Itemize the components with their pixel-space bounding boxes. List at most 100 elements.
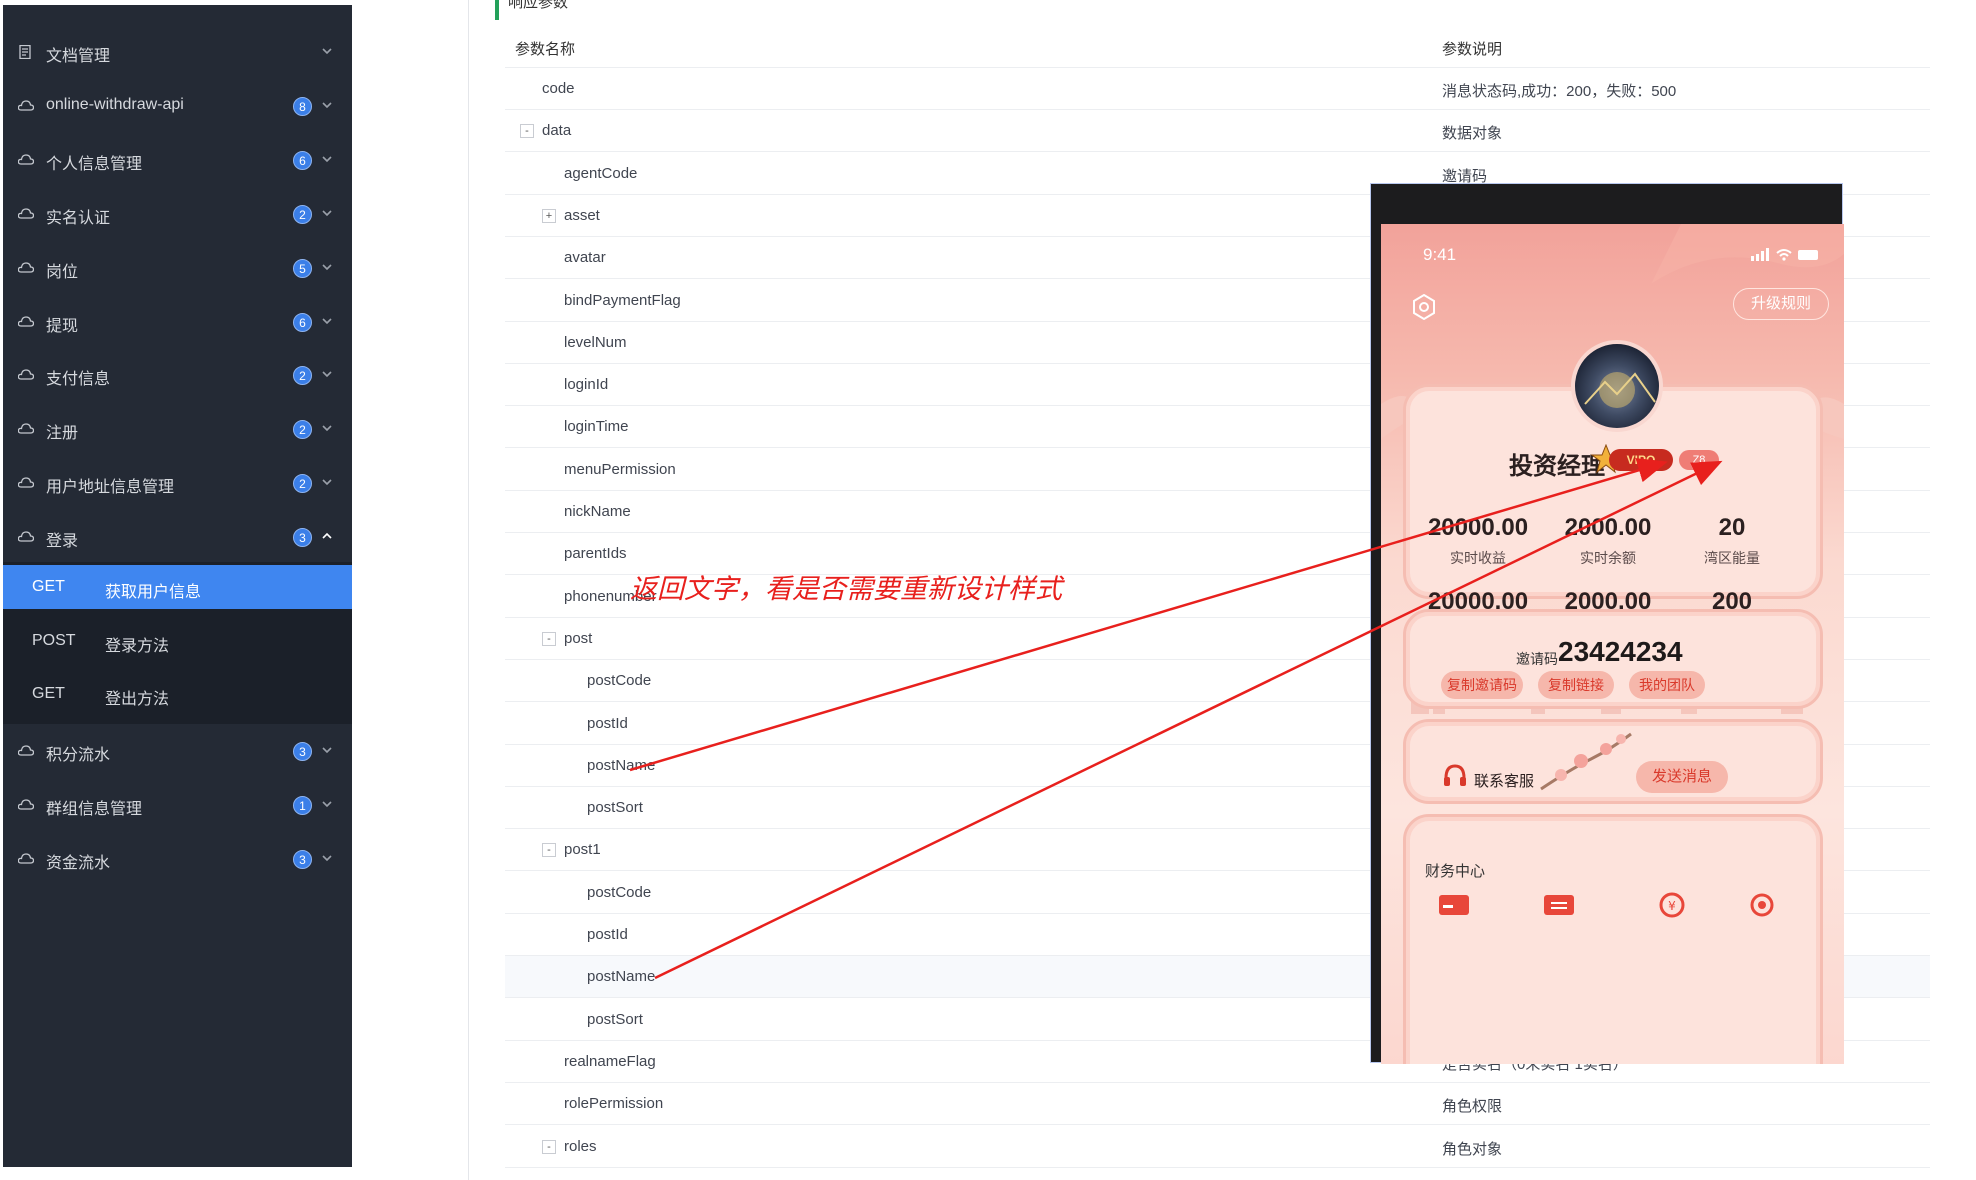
cloud-icon	[18, 369, 34, 380]
endpoint-name: 登录方法	[105, 638, 170, 655]
count-badge: 1	[293, 796, 312, 815]
chevron-down-icon[interactable]	[321, 852, 333, 864]
chevron-down-icon[interactable]	[321, 153, 333, 165]
cloud-icon	[18, 531, 34, 542]
sidebar-item-label: 文档管理	[46, 48, 111, 65]
param-name: post	[564, 629, 593, 647]
table-header: 参数名称 参数说明	[505, 26, 1930, 68]
header-param-desc: 参数说明	[1442, 41, 1503, 58]
sidebar-item[interactable]: 提现 6	[3, 295, 352, 349]
sidebar-item[interactable]: 岗位 5	[3, 241, 352, 295]
collapse-toggle[interactable]: -	[542, 843, 556, 858]
cloud-icon	[18, 316, 34, 327]
sidebar-item[interactable]: online-withdraw-api 8	[3, 79, 352, 133]
sidebar-item[interactable]: 个人信息管理 6	[3, 133, 352, 187]
chevron-down-icon[interactable]	[321, 422, 333, 434]
param-name: nickName	[564, 503, 631, 520]
finance-center-title: 财务中心	[1425, 863, 1486, 880]
avatar-image	[1584, 372, 1656, 408]
send-message-button[interactable]: 发送消息	[1636, 761, 1728, 793]
document-icon	[19, 45, 31, 59]
sidebar-item-label: 用户地址信息管理	[46, 479, 175, 496]
svg-text:¥: ¥	[1668, 899, 1676, 913]
sidebar-item-label: 提现	[46, 318, 79, 335]
param-name: menuPermission	[564, 460, 676, 478]
header-param-name: 参数名称	[515, 41, 576, 58]
count-badge: 2	[293, 366, 312, 385]
chevron-down-icon[interactable]	[321, 261, 333, 273]
chevron-down-icon[interactable]	[321, 315, 333, 327]
sidebar-item[interactable]: 群组信息管理 1	[3, 778, 352, 832]
stat-item: 2000.00 实时余额	[1543, 514, 1673, 568]
api-endpoint-item[interactable]: GET 获取用户信息	[3, 565, 352, 609]
stat-item: 20000.00 实时收益	[1413, 514, 1543, 568]
collapse-toggle[interactable]: -	[542, 1139, 556, 1154]
copy-invite-code-button[interactable]: 复制邀请码	[1441, 671, 1523, 699]
sidebar-item-label: 登录	[46, 533, 79, 550]
settings-icon[interactable]	[1411, 294, 1437, 320]
sidebar-item[interactable]: 用户地址信息管理 2	[3, 456, 352, 510]
chevron-down-icon[interactable]	[321, 207, 333, 219]
param-name: levelNum	[564, 333, 627, 351]
table-row: - roles 角色对象	[505, 1126, 1930, 1168]
sidebar-item[interactable]: 登录 3	[3, 510, 352, 564]
api-endpoint-item[interactable]: POST 登录方法	[3, 619, 352, 663]
invite-label: 邀请码	[1516, 651, 1558, 667]
refresh-icon[interactable]	[1746, 892, 1778, 918]
sidebar-item[interactable]: 文档管理	[3, 25, 352, 79]
stat-label: 实时收益	[1450, 550, 1506, 566]
cloud-icon	[18, 262, 34, 273]
finance-card	[1403, 814, 1823, 1064]
cloud-icon	[18, 853, 34, 864]
sidebar-item-label: 岗位	[46, 264, 79, 281]
sidebar-item-label: 资金流水	[46, 855, 111, 872]
upgrade-rules-button[interactable]: 升级规则	[1733, 288, 1829, 320]
cloud-icon	[18, 154, 34, 165]
param-desc: 角色权限	[1442, 1098, 1503, 1116]
table-row: rolePermission 角色权限	[505, 1083, 1930, 1126]
avatar[interactable]	[1571, 340, 1663, 432]
param-desc: 角色对象	[1442, 1140, 1503, 1158]
sidebar-item[interactable]: 积分流水 3	[3, 724, 352, 778]
endpoint-name: 登出方法	[105, 691, 170, 708]
sidebar-item[interactable]: 注册 2	[3, 402, 352, 456]
content-divider	[468, 0, 469, 1180]
param-name: parentIds	[564, 545, 627, 563]
collapse-toggle[interactable]: -	[542, 631, 556, 646]
expand-toggle[interactable]: +	[542, 208, 556, 223]
param-name: bindPaymentFlag	[564, 291, 681, 309]
api-endpoint-item[interactable]: GET 登出方法	[3, 672, 352, 716]
card-icon[interactable]	[1438, 892, 1470, 918]
sidebar-item[interactable]: 支付信息 2	[3, 348, 352, 402]
param-name: post1	[564, 841, 601, 859]
chevron-down-icon[interactable]	[321, 99, 333, 111]
sidebar-item[interactable]: 资金流水 3	[3, 832, 352, 886]
param-name: roles	[564, 1137, 597, 1155]
param-name: postCode	[587, 672, 652, 690]
copy-link-button[interactable]: 复制链接	[1538, 671, 1614, 699]
param-name: realnameFlag	[564, 1052, 656, 1070]
contact-service-label[interactable]: 联系客服	[1474, 770, 1534, 791]
chevron-down-icon[interactable]	[321, 476, 333, 488]
collapse-toggle[interactable]: -	[520, 124, 534, 139]
level-badge: Z8	[1679, 450, 1719, 470]
chevron-up-icon[interactable]	[321, 530, 333, 542]
chevron-down-icon[interactable]	[321, 798, 333, 810]
transfer-icon[interactable]	[1543, 892, 1575, 918]
yuan-coin-icon[interactable]: ¥	[1656, 892, 1688, 918]
http-method: GET	[32, 578, 65, 595]
chevron-down-icon[interactable]	[321, 45, 333, 57]
param-name: agentCode	[564, 164, 638, 182]
chevron-down-icon[interactable]	[321, 368, 333, 380]
section-marker	[495, 0, 499, 20]
sidebar: 文档管理 online-withdraw-api 8 个人信息管理 6 实名认证 2 岗位 5 提…	[3, 5, 352, 1167]
table-row: code 消息状态码,成功：200，失败：500	[505, 68, 1930, 110]
param-name: postSort	[587, 1010, 643, 1028]
chevron-down-icon[interactable]	[321, 744, 333, 756]
sidebar-item[interactable]: 实名认证 2	[3, 187, 352, 241]
invite-code: 23424234	[1558, 636, 1683, 667]
sidebar-item-label: 群组信息管理	[46, 801, 143, 818]
param-name: data	[542, 122, 572, 140]
sidebar-item-label: online-withdraw-api	[46, 96, 184, 113]
my-team-button[interactable]: 我的团队	[1629, 671, 1705, 699]
